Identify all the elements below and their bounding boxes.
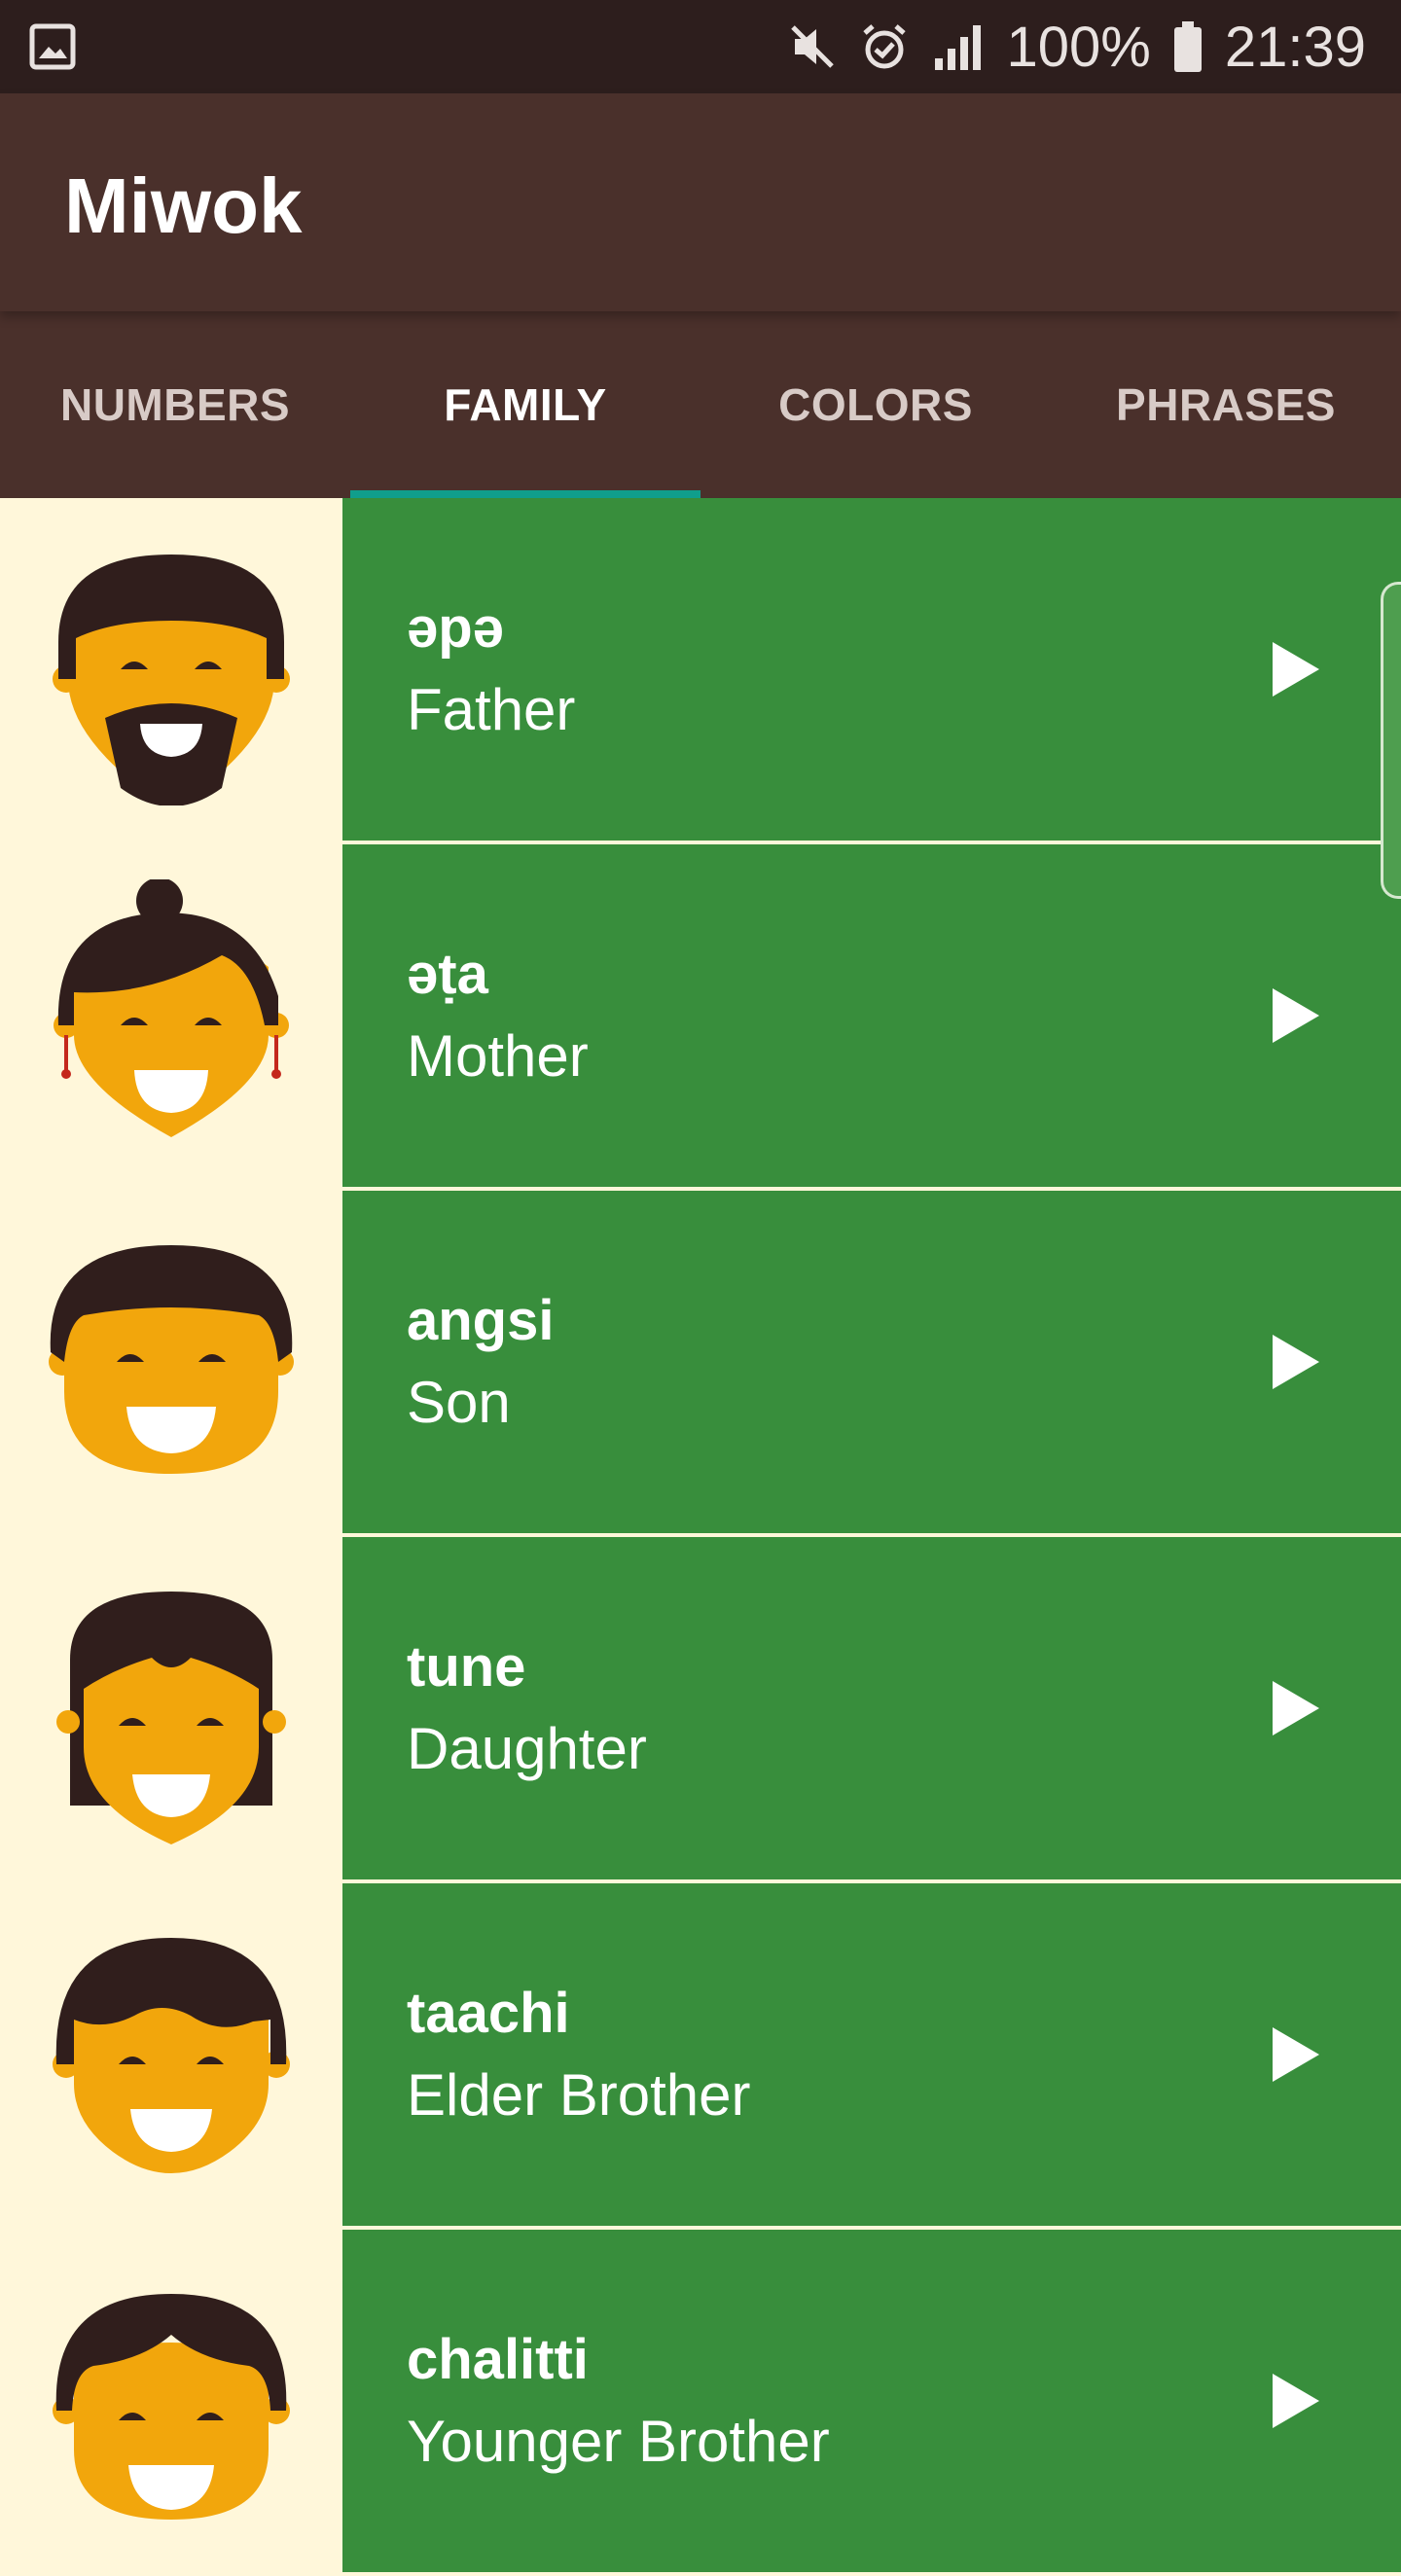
english-word: Elder Brother	[407, 2062, 751, 2128]
son-icon	[0, 1191, 342, 1533]
miwok-word: tune	[407, 1635, 526, 1699]
mother-icon	[0, 844, 342, 1187]
tab-numbers[interactable]: NUMBERS	[0, 311, 350, 498]
english-word: Mother	[407, 1023, 589, 1089]
younger-brother-icon	[0, 2230, 342, 2572]
play-icon[interactable]	[1273, 2374, 1319, 2428]
word-text-container: әpә Father	[342, 498, 1401, 841]
miwok-word: taachi	[407, 1982, 570, 2045]
miwok-word: chalitti	[407, 2328, 589, 2391]
miwok-word: әpә	[407, 596, 504, 660]
tab-indicator	[350, 490, 700, 498]
status-bar: 100% 21:39	[0, 0, 1401, 93]
father-icon	[0, 498, 342, 841]
play-icon[interactable]	[1273, 988, 1319, 1043]
play-icon[interactable]	[1273, 1681, 1319, 1735]
miwok-word: әṭa	[407, 943, 488, 1006]
tab-family-label: FAMILY	[444, 379, 607, 430]
tab-colors[interactable]: COLORS	[700, 311, 1051, 498]
play-icon[interactable]	[1273, 1335, 1319, 1389]
list-item[interactable]: әpә Father	[0, 498, 1401, 844]
signal-icon	[931, 21, 986, 72]
tab-phrases[interactable]: PHRASES	[1051, 311, 1401, 498]
clock: 21:39	[1224, 15, 1366, 79]
list-item[interactable]: taachi Elder Brother	[0, 1883, 1401, 2230]
list-item[interactable]: chalitti Younger Brother	[0, 2230, 1401, 2576]
battery-percent: 100%	[1006, 15, 1151, 79]
english-word: Son	[407, 1370, 511, 1435]
play-icon[interactable]	[1273, 2027, 1319, 2082]
english-word: Father	[407, 677, 576, 742]
mute-icon	[787, 21, 838, 72]
english-word: Daughter	[407, 1716, 647, 1781]
word-list: әpә Father әṭa Mother angsi Son tune Dau…	[0, 498, 1401, 2576]
word-text-container: chalitti Younger Brother	[342, 2230, 1401, 2572]
battery-icon	[1172, 19, 1203, 74]
tab-bar: NUMBERS FAMILY COLORS PHRASES	[0, 311, 1401, 498]
list-item[interactable]: angsi Son	[0, 1191, 1401, 1537]
scrollbar-thumb[interactable]	[1381, 582, 1401, 899]
app-title: Miwok	[64, 162, 303, 249]
gallery-icon	[29, 23, 76, 70]
word-text-container: tune Daughter	[342, 1537, 1401, 1879]
miwok-word: angsi	[407, 1289, 555, 1352]
alarm-icon	[859, 21, 910, 72]
word-text-container: әṭa Mother	[342, 844, 1401, 1187]
list-item[interactable]: tune Daughter	[0, 1537, 1401, 1883]
word-text-container: taachi Elder Brother	[342, 1883, 1401, 2226]
english-word: Younger Brother	[407, 2409, 830, 2474]
tab-family[interactable]: FAMILY	[350, 311, 700, 498]
word-text-container: angsi Son	[342, 1191, 1401, 1533]
elder-brother-icon	[0, 1883, 342, 2226]
daughter-icon	[0, 1537, 342, 1879]
list-item[interactable]: әṭa Mother	[0, 844, 1401, 1191]
play-icon[interactable]	[1273, 642, 1319, 697]
app-bar: Miwok	[0, 93, 1401, 311]
